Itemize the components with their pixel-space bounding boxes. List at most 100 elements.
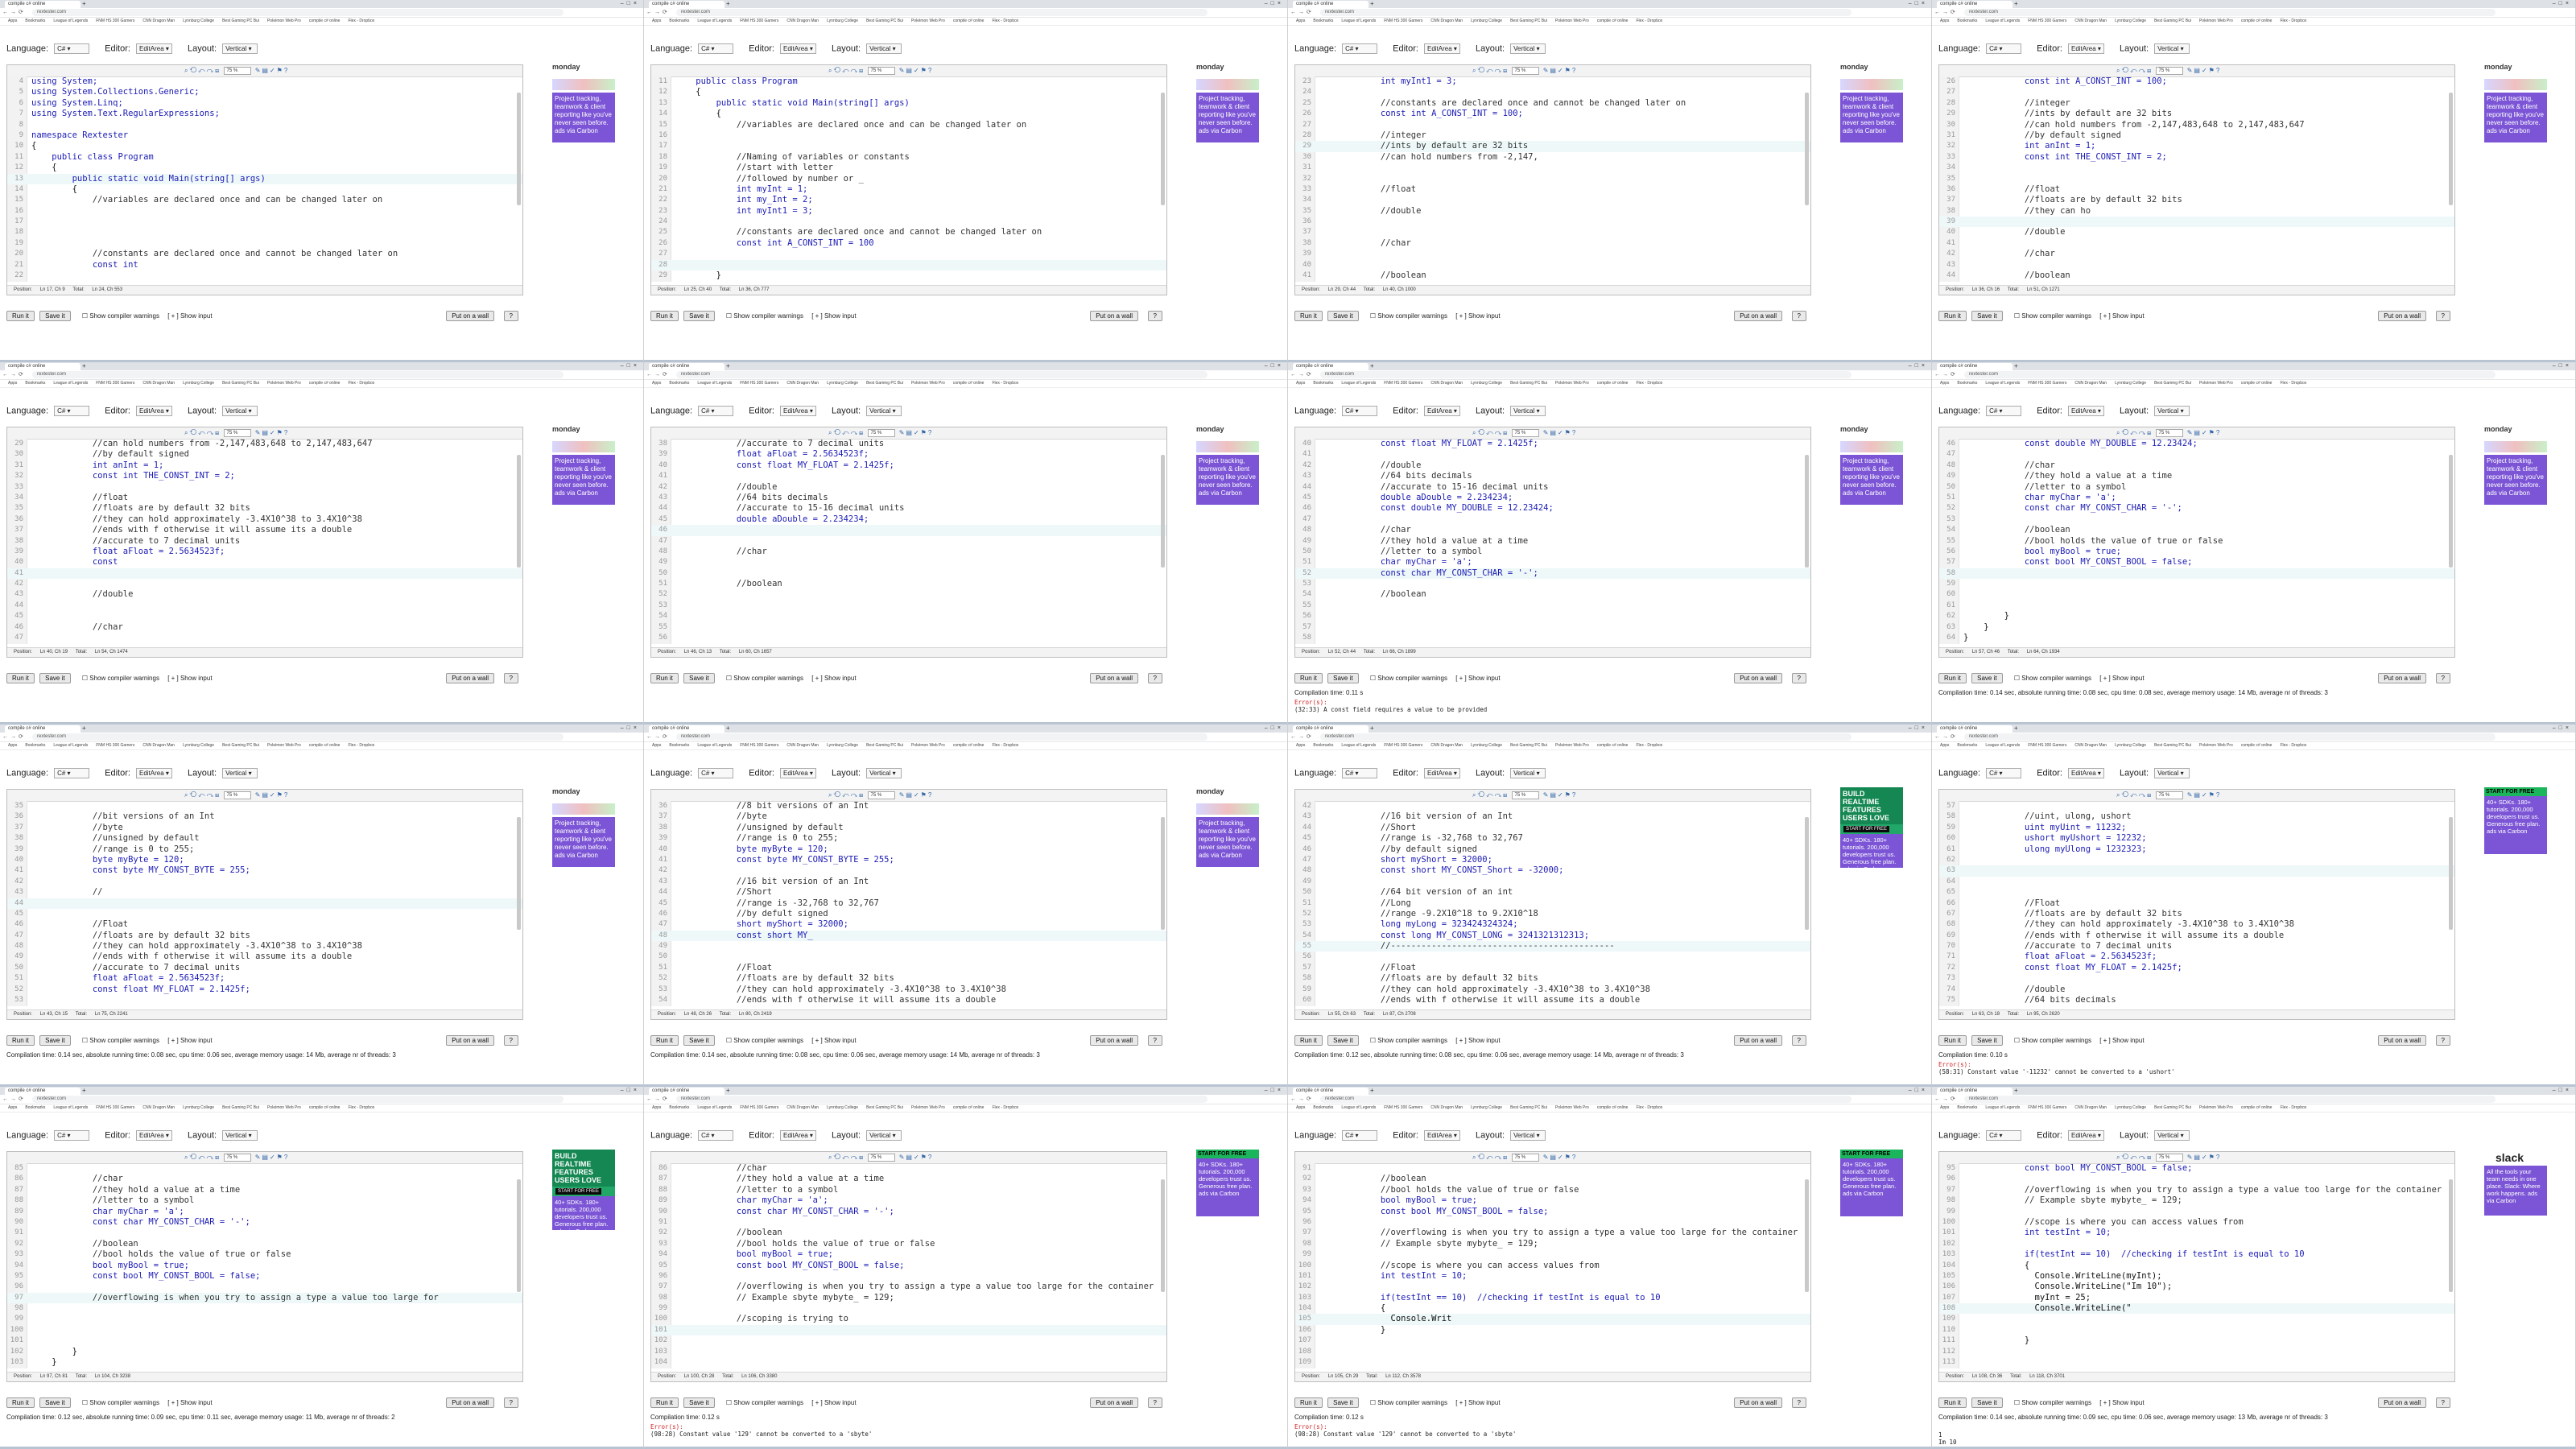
bookmark-item[interactable]: Best Gaming PC Bui xyxy=(866,1105,903,1110)
editor-scrollbar[interactable] xyxy=(2449,1179,2453,1292)
url-field[interactable]: rextester.com xyxy=(1964,371,2496,378)
editor-toolbar-icons[interactable]: ⌕⟲↶↷⊞ 75 % ✎▤✓⚑? xyxy=(184,1154,289,1162)
editor-select[interactable]: EditArea ▾ xyxy=(2067,1130,2104,1141)
code-line[interactable]: 57 xyxy=(1295,622,1810,633)
code-line[interactable]: 57 xyxy=(651,643,1166,644)
code-line[interactable]: 102 xyxy=(1939,1239,2454,1249)
bookmark-item[interactable]: CNN Dragon Man xyxy=(786,19,819,23)
show-input-toggle[interactable]: [ + ] Show input xyxy=(1455,1399,1500,1406)
code-line[interactable]: 60 //ends with f otherwise it will assum… xyxy=(1295,995,1810,1005)
code-line[interactable]: 106 } xyxy=(1295,1325,1810,1335)
nav-arrows-icon[interactable]: ←→⟳ xyxy=(1290,371,1314,378)
code-line[interactable]: 44 xyxy=(7,601,522,611)
code-line[interactable]: 61 ulong myUlong = 1232323; xyxy=(1939,844,2454,855)
run-button[interactable]: Run it xyxy=(6,1035,35,1046)
code-line[interactable]: 55 xyxy=(1295,601,1810,611)
nav-arrows-icon[interactable]: ←→⟳ xyxy=(1934,1096,1958,1103)
nav-arrows-icon[interactable]: ←→⟳ xyxy=(646,733,670,741)
code-line[interactable]: 42 xyxy=(7,877,522,887)
code-line[interactable]: 52 //range -9.2X10^18 to 9.2X10^18 xyxy=(1295,909,1810,919)
new-tab-icon[interactable]: + xyxy=(82,1087,86,1095)
code-line[interactable]: 20 //followed by number or _ xyxy=(651,174,1166,184)
code-area[interactable]: 36 //8 bit versions of an Int 37 //byte 38… xyxy=(651,801,1166,1006)
bookmark-item[interactable]: Best Gaming PC Bui xyxy=(866,381,903,386)
bookmark-item[interactable]: Lynnburg College xyxy=(2115,1105,2146,1110)
bookmark-item[interactable]: CNN Dragon Man xyxy=(142,1105,175,1110)
code-line[interactable]: 45 double aDouble = 2.234234; xyxy=(1295,493,1810,503)
code-line[interactable]: 59 xyxy=(1939,579,2454,589)
code-line[interactable]: 92 //boolean xyxy=(1295,1174,1810,1184)
new-tab-icon[interactable]: + xyxy=(2014,724,2018,733)
ad-banner[interactable]: monday Project tracking, teamwork & clien… xyxy=(1196,787,1259,868)
code-line[interactable]: 50 xyxy=(651,952,1166,962)
code-line[interactable]: 71 float aFloat = 2.5634523f; xyxy=(1939,952,2454,962)
show-input-toggle[interactable]: [ + ] Show input xyxy=(167,675,212,682)
code-line[interactable]: 54 const long MY_CONST_LONG = 3241321312… xyxy=(1295,931,1810,941)
bookmark-item[interactable]: Apps xyxy=(652,743,661,748)
window-controls[interactable]: –□× xyxy=(1909,724,1928,733)
show-input-toggle[interactable]: [ + ] Show input xyxy=(811,312,856,320)
code-line[interactable]: 16 xyxy=(651,130,1166,141)
bookmark-item[interactable]: Best Gaming PC Bui xyxy=(1510,1105,1547,1110)
code-line[interactable]: 93 //bool holds the value of true or fal… xyxy=(7,1249,522,1260)
code-line[interactable]: 33 const int THE_CONST_INT = 2; xyxy=(1939,152,2454,163)
language-select[interactable]: C# ▾ xyxy=(54,768,90,778)
url-field[interactable]: rextester.com xyxy=(1964,733,2496,741)
bookmark-item[interactable]: Lynnburg College xyxy=(1471,1105,1502,1110)
bookmark-item[interactable]: Best Gaming PC Bui xyxy=(222,1105,259,1110)
bookmark-item[interactable]: FNM HS 300 Gamers xyxy=(2028,381,2066,386)
code-line[interactable]: 45 //range is -32,768 to 32,767 xyxy=(651,898,1166,909)
code-line[interactable]: 14 { xyxy=(7,184,522,195)
bookmark-item[interactable]: Lynnburg College xyxy=(2115,743,2146,748)
code-line[interactable]: 15 //variables are declared once and can… xyxy=(651,120,1166,130)
window-controls[interactable]: –□× xyxy=(621,724,640,733)
browser-tab[interactable]: compile c# online xyxy=(649,1088,724,1095)
code-line[interactable]: 60 xyxy=(1939,589,2454,600)
ad-banner[interactable]: monday Project tracking, teamwork & clien… xyxy=(2484,425,2547,506)
code-line[interactable]: 55 xyxy=(651,622,1166,633)
url-field[interactable]: rextester.com xyxy=(676,1096,1208,1103)
code-line[interactable]: 50 //letter to a symbol xyxy=(1295,547,1810,557)
help-button[interactable]: ? xyxy=(1791,673,1806,683)
editor-toolbar-icons[interactable]: ⌕⟲↶↷⊞ 75 % ✎▤✓⚑? xyxy=(2116,1154,2221,1162)
code-line[interactable]: 46 //by default signed xyxy=(1295,844,1810,855)
bookmark-item[interactable]: Best Gaming PC Bui xyxy=(866,743,903,748)
code-line[interactable]: 39 xyxy=(1939,217,2454,228)
code-line[interactable]: 41 xyxy=(7,568,522,580)
editor-scrollbar[interactable] xyxy=(517,455,521,568)
bookmark-item[interactable]: FNM HS 300 Gamers xyxy=(96,381,134,386)
code-line[interactable]: 22 int my_Int = 2; xyxy=(651,195,1166,205)
wall-button[interactable]: Put on a wall xyxy=(446,1035,494,1046)
bookmark-item[interactable]: compile c# online xyxy=(309,1105,341,1110)
code-line[interactable]: 41 xyxy=(1295,449,1810,460)
run-button[interactable]: Run it xyxy=(1938,673,1967,683)
bookmark-item[interactable]: League of Legends xyxy=(1341,743,1376,748)
code-line[interactable]: 45 xyxy=(1939,281,2454,282)
code-area[interactable]: 91 92 //boolean 93 //bool holds the value … xyxy=(1295,1163,1810,1368)
code-line[interactable]: 47 short myShort = 32000; xyxy=(1295,855,1810,865)
code-line[interactable]: 51 //Long xyxy=(1295,898,1810,909)
code-line[interactable]: 15 //variables are declared once and can… xyxy=(7,195,522,205)
warnings-checkbox[interactable]: ☐ Show compiler warnings xyxy=(2014,312,2091,320)
browser-tab[interactable]: compile c# online xyxy=(1293,1,1368,8)
bookmark-item[interactable]: compile c# online xyxy=(2241,19,2273,23)
browser-tab[interactable]: compile c# online xyxy=(5,1088,80,1095)
ad-banner[interactable]: BUILD REALTIME FEATURES USERS LOVE START … xyxy=(1840,787,1903,868)
code-line[interactable]: 85 xyxy=(7,1163,522,1174)
warnings-checkbox[interactable]: ☐ Show compiler warnings xyxy=(726,1037,803,1044)
wall-button[interactable]: Put on a wall xyxy=(2378,1035,2426,1046)
code-line[interactable]: 37 //ends with f otherwise it will assum… xyxy=(7,525,522,535)
help-button[interactable]: ? xyxy=(2435,673,2450,683)
code-line[interactable]: 99 xyxy=(7,1314,522,1324)
bookmark-item[interactable]: CNN Dragon Man xyxy=(2074,743,2107,748)
bookmark-item[interactable]: League of Legends xyxy=(1985,19,2020,23)
code-line[interactable]: 54 //double xyxy=(7,1005,522,1006)
show-input-toggle[interactable]: [ + ] Show input xyxy=(167,1399,212,1406)
help-button[interactable]: ? xyxy=(503,1035,518,1046)
editor-toolbar-icons[interactable]: ⌕⟲↶↷⊞ 75 % ✎▤✓⚑? xyxy=(184,791,289,799)
code-line[interactable]: 26 const int A_CONST_INT = 100 xyxy=(651,238,1166,249)
code-editor[interactable]: ⌕⟲↶↷⊞ 75 % ✎▤✓⚑? 38 //accurate to 7 deci… xyxy=(650,427,1167,658)
code-line[interactable]: 11 public class Program xyxy=(7,152,522,163)
editor-scrollbar[interactable] xyxy=(517,93,521,205)
code-editor[interactable]: ⌕⟲↶↷⊞ 75 % ✎▤✓⚑? 23 int myInt1 = 3; 24 25 … xyxy=(1294,64,1811,295)
